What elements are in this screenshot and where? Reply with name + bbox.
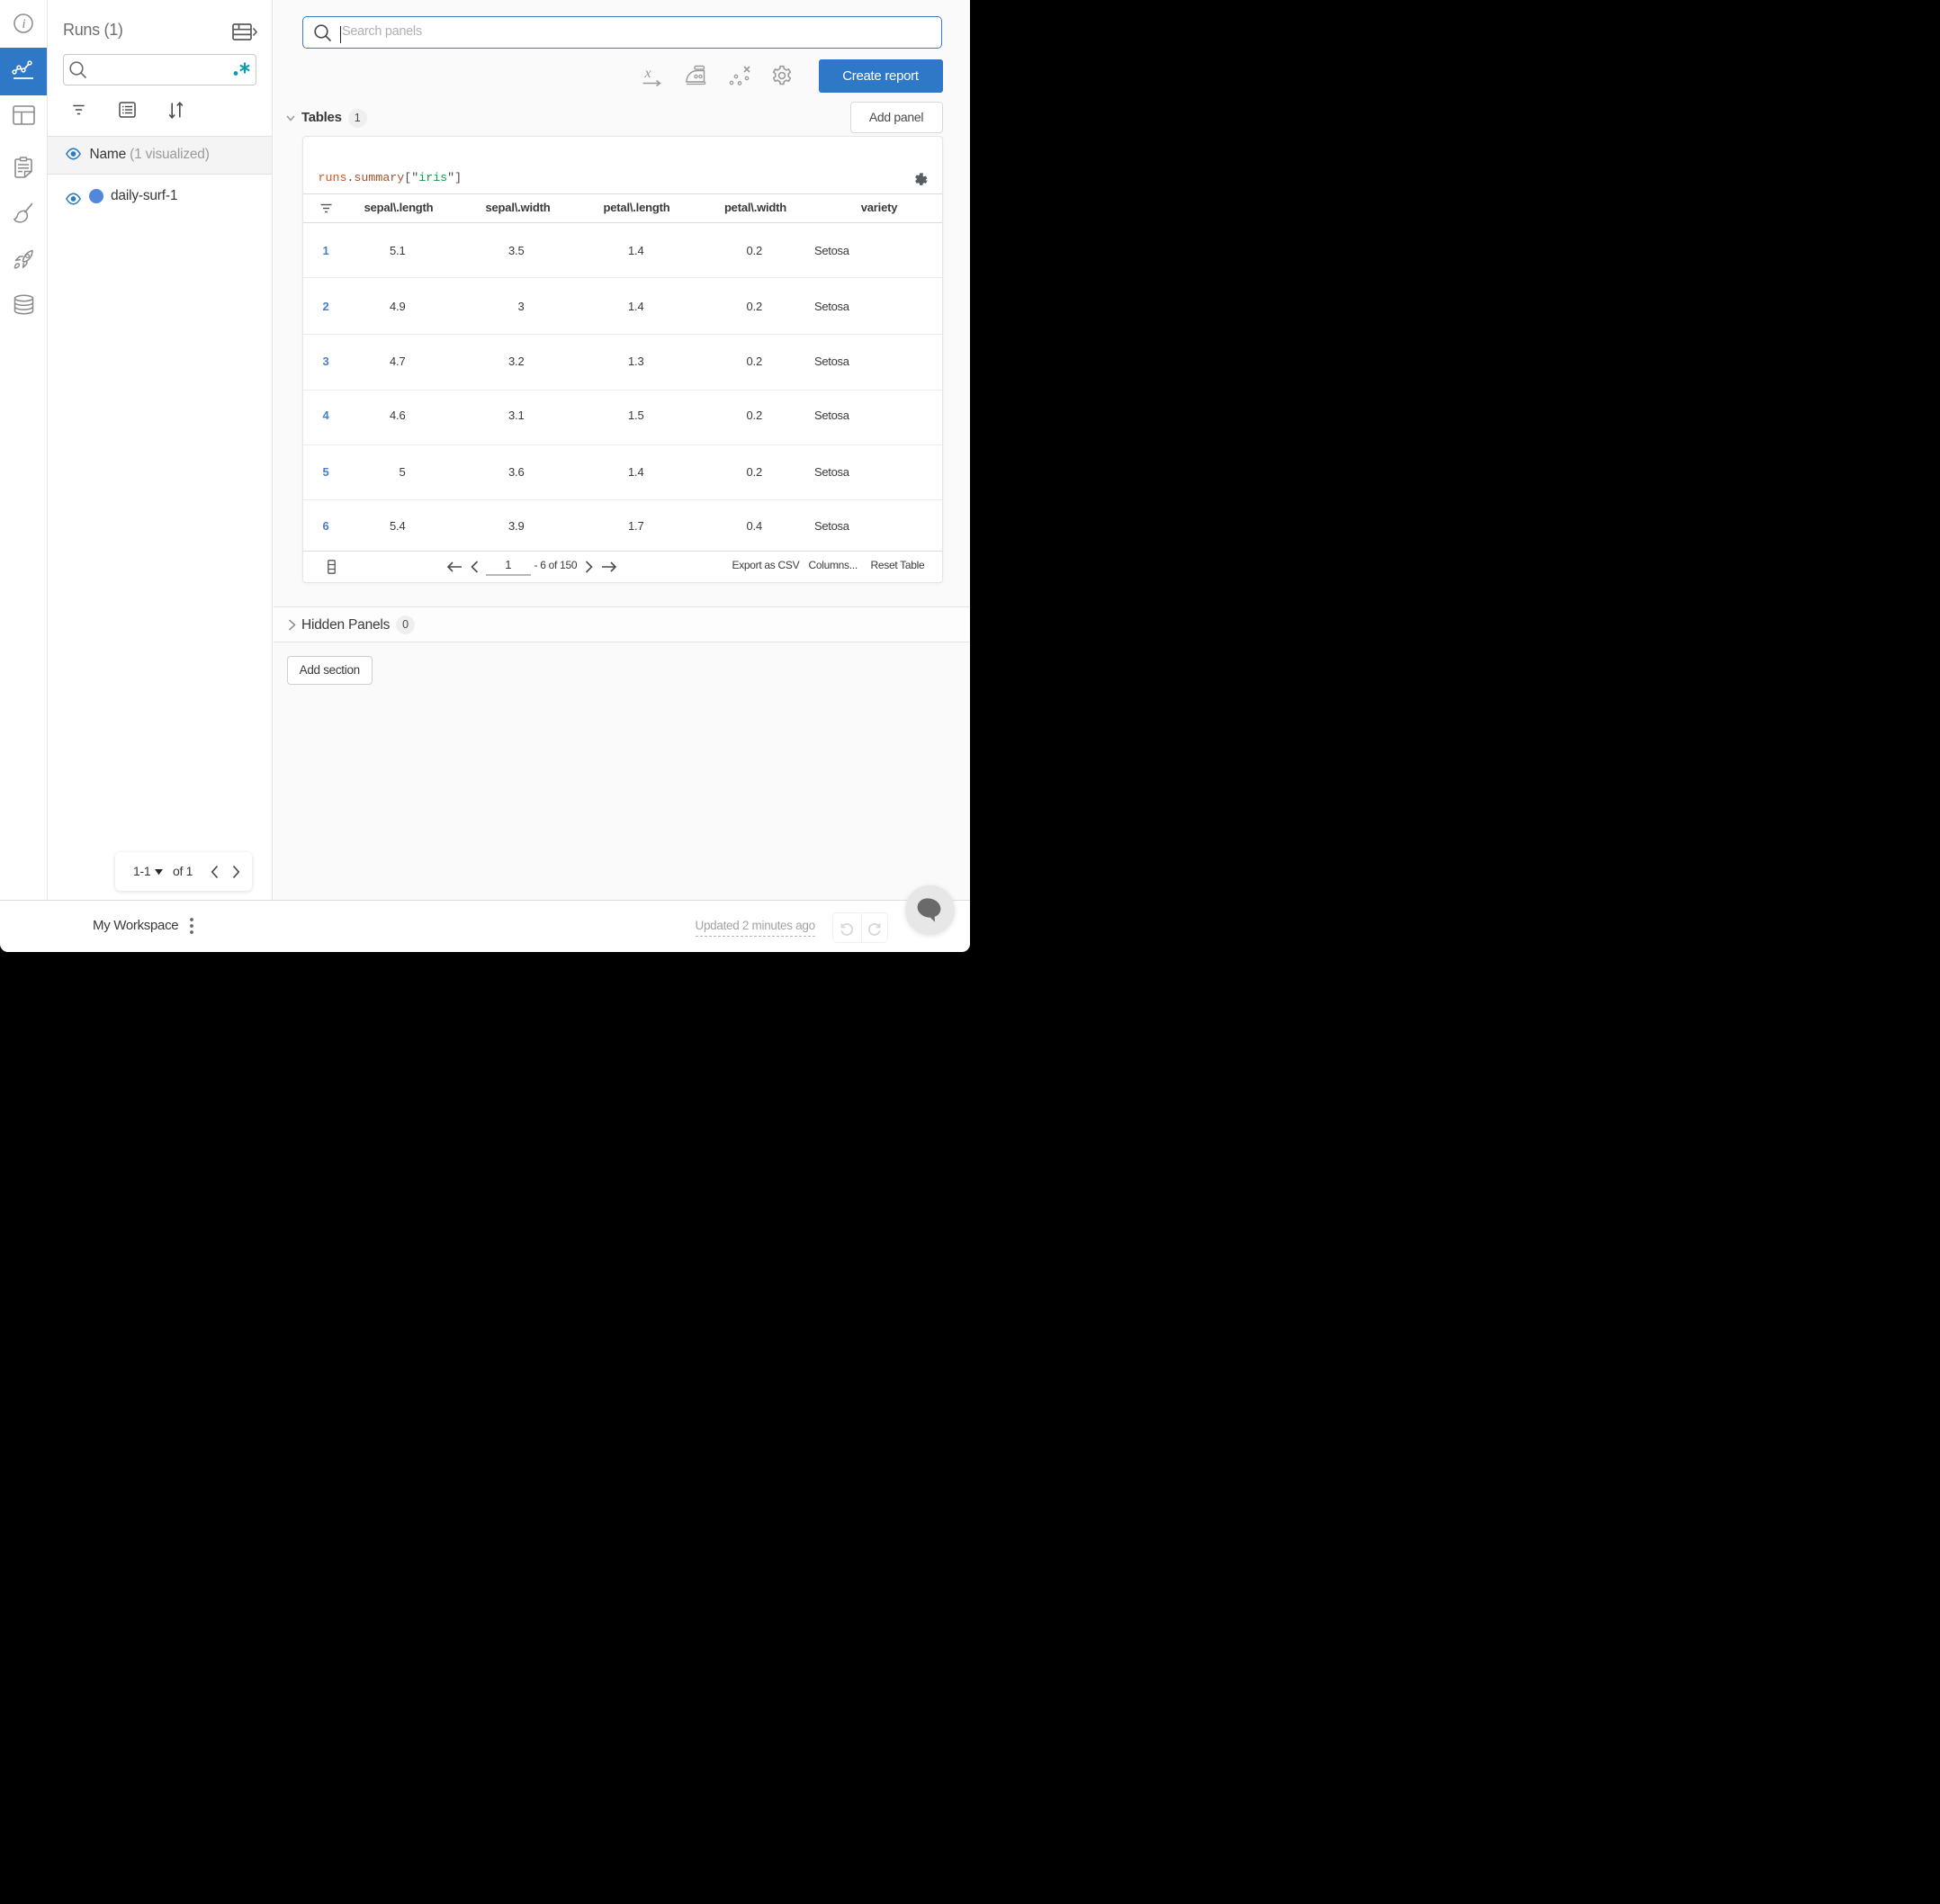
svg-text:i: i bbox=[22, 17, 25, 31]
svg-text:x: x bbox=[644, 66, 651, 81]
